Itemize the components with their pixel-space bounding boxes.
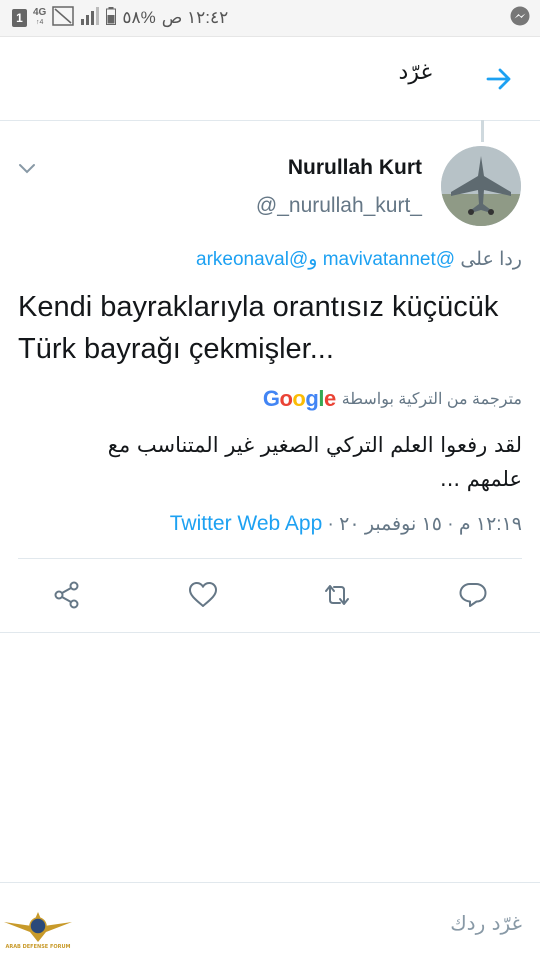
watermark-logo: ARAB DEFENSE FORUM: [2, 904, 74, 960]
clock: ١٢:٤٢ ص: [161, 8, 229, 27]
share-icon[interactable]: [52, 580, 82, 610]
tweet-actions: [0, 572, 540, 620]
translated-by-label: مترجمة من التركية بواسطة: [341, 391, 522, 408]
divider: [0, 632, 540, 633]
display-name[interactable]: Nurullah Kurt: [288, 156, 422, 180]
back-arrow-icon[interactable]: [484, 64, 514, 94]
reply-user-mavivatannet[interactable]: @mavivatannet: [323, 249, 455, 270]
translated-text: لقد رفعوا العلم التركي الصغير غير المتنا…: [107, 433, 522, 491]
google-logo: Google: [262, 386, 336, 411]
reply-user-arkeonaval[interactable]: @arkeonaval: [196, 249, 308, 270]
reply-prefix: ردا على: [460, 249, 522, 270]
notification-badge-icon: 1: [12, 9, 27, 27]
battery-percent: %٥٨: [122, 8, 156, 27]
tweet-text: Kendi bayraklarıyla orantısız küçücük Tü…: [18, 291, 499, 365]
reply-context: ردا على @mavivatannet و@arkeonaval: [196, 248, 522, 271]
like-icon[interactable]: [188, 580, 218, 610]
watermark-label: ARAB DEFENSE FORUM: [5, 944, 71, 950]
status-right: [510, 0, 530, 36]
reply-input-placeholder[interactable]: غرّد ردك: [450, 911, 522, 935]
tweet-timestamp: ١٢:١٩ م · ١٥ نوفمبر ٢٠ ·: [327, 514, 522, 535]
lte-icon: 4G 4↑: [33, 7, 47, 27]
translation-attribution: مترجمة من التركية بواسطة Google: [263, 386, 522, 412]
app-header: غرّد: [0, 36, 540, 121]
status-left: ١٢:٤٢ ص %٥٨ 4G 4↑ 1: [12, 0, 228, 36]
tweet-source[interactable]: Twitter Web App: [170, 512, 323, 535]
signal-icon: [80, 6, 100, 30]
reply-compose-bar[interactable]: غرّد ردك: [0, 882, 540, 961]
page-title: غرّد: [398, 60, 432, 85]
image-icon: [52, 5, 75, 31]
reply-icon[interactable]: [458, 580, 488, 610]
divider: [18, 558, 522, 559]
user-handle[interactable]: @_nurullah_kurt_: [256, 194, 422, 218]
reply-conjunction: و: [308, 249, 318, 270]
chevron-down-icon[interactable]: [18, 160, 36, 174]
avatar[interactable]: [441, 146, 521, 226]
messenger-icon: [510, 6, 530, 31]
battery-icon: [106, 6, 117, 30]
thread-line: [481, 120, 484, 142]
status-bar: ١٢:٤٢ ص %٥٨ 4G 4↑ 1: [0, 0, 540, 37]
retweet-icon[interactable]: [322, 580, 352, 610]
tweet-meta: ١٢:١٩ م · ١٥ نوفمبر ٢٠ · Twitter Web App: [170, 512, 522, 536]
